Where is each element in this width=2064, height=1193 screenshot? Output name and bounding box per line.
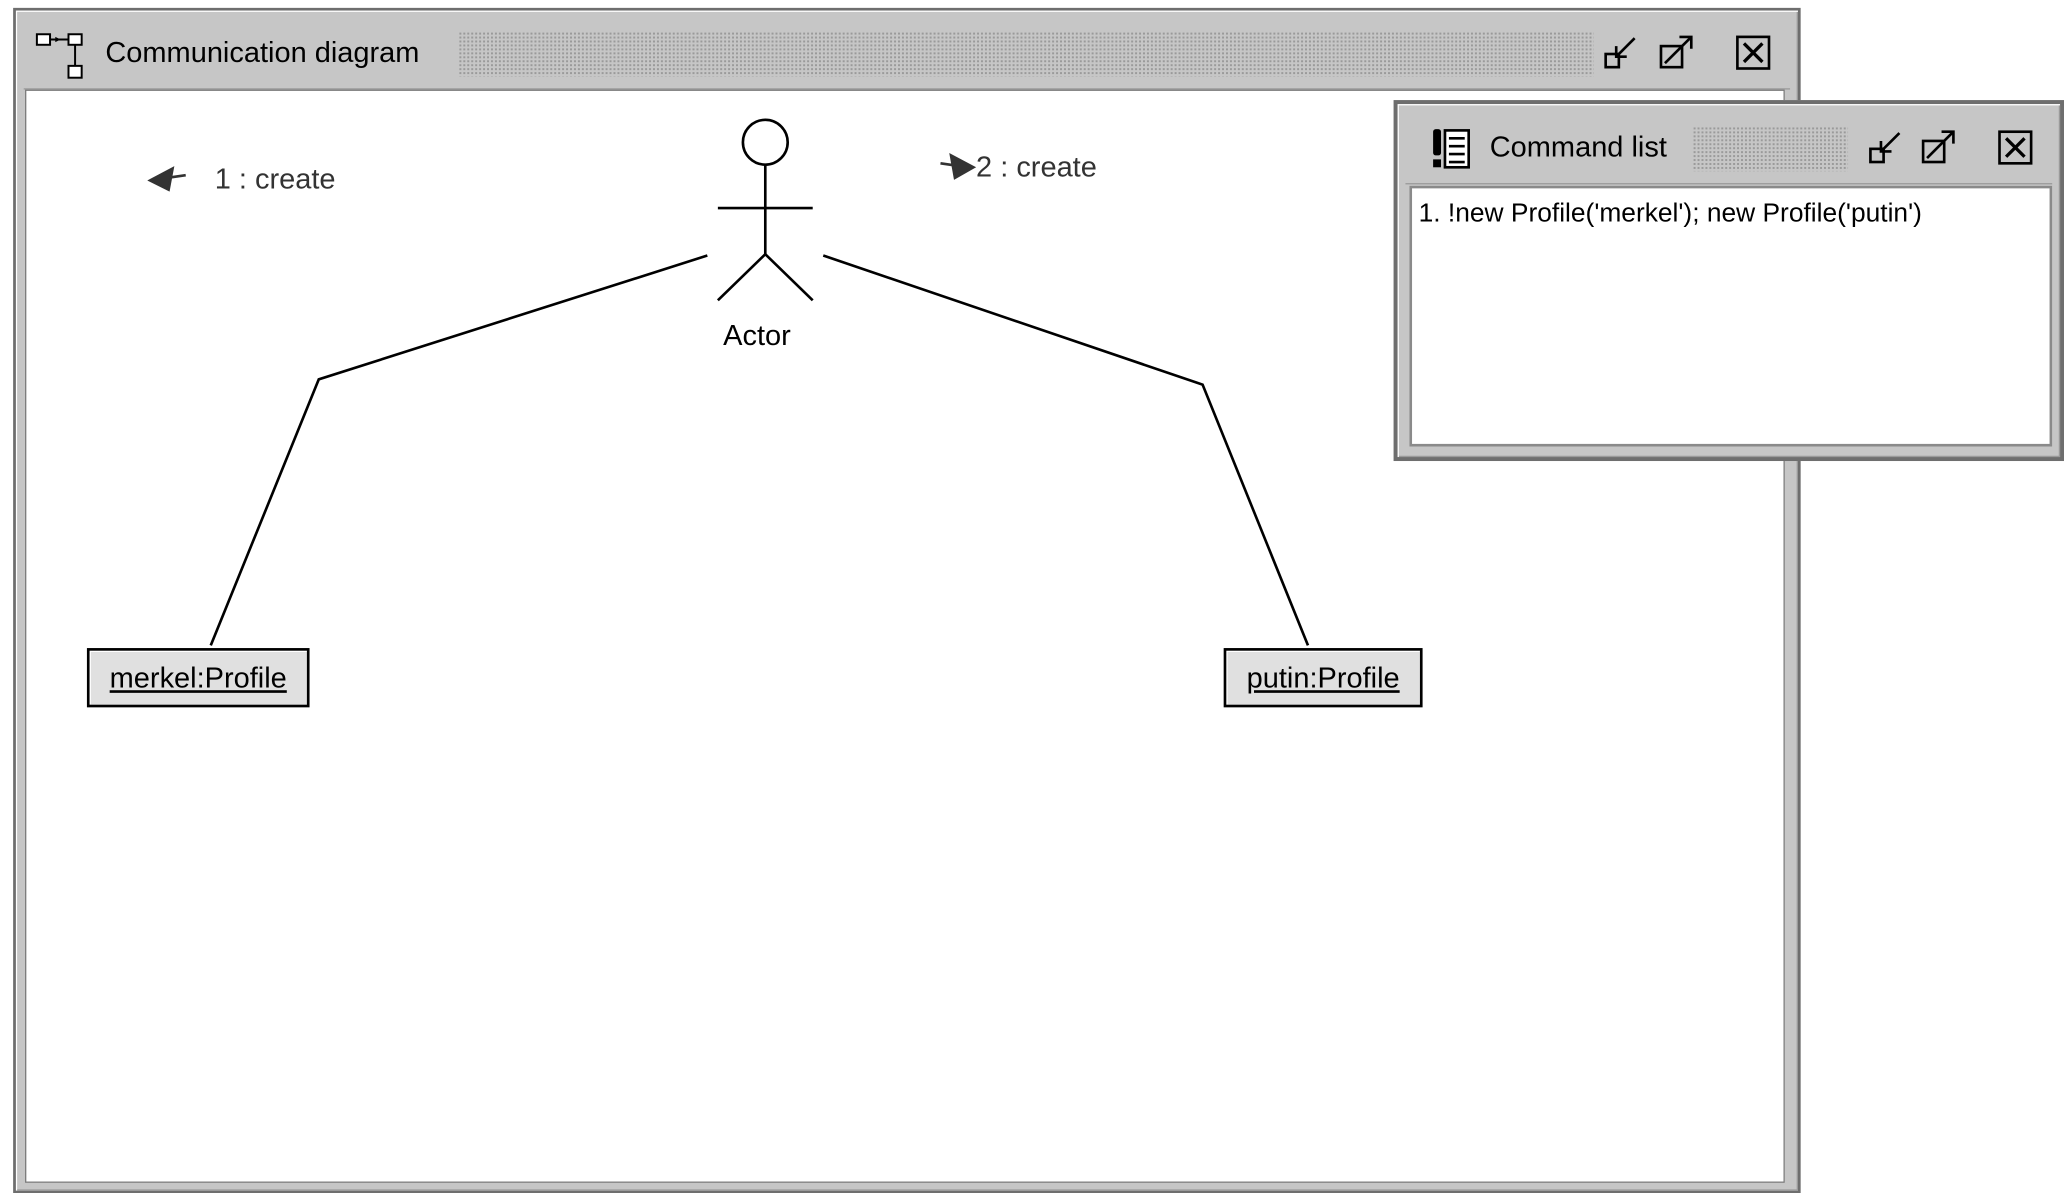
command-window-title-grip: [1692, 126, 1849, 172]
actor-figure[interactable]: [716, 118, 814, 302]
object-putin-profile[interactable]: putin:Profile: [1223, 648, 1423, 708]
command-list-item[interactable]: 1. !new Profile('merkel'); new Profile('…: [1419, 199, 1922, 229]
command-list-icon: [1429, 126, 1474, 171]
command-list-window: Command list 1. !new Profile('merkel'); …: [1393, 100, 2064, 462]
message-arrow-1: [147, 166, 186, 192]
command-window-title: Command list: [1489, 129, 1667, 163]
link-actor-merkel[interactable]: [209, 254, 708, 646]
message-arrow-2: [940, 153, 977, 180]
message-label-1[interactable]: 1 : create: [215, 162, 336, 196]
link-actor-putin[interactable]: [822, 254, 1310, 646]
command-list-area[interactable]: 1. !new Profile('merkel'); new Profile('…: [1409, 185, 2053, 447]
maximize-icon[interactable]: [1919, 128, 1959, 168]
close-icon[interactable]: [1996, 128, 2036, 168]
command-window-titlebar[interactable]: Command list: [1405, 110, 2053, 185]
iconify-icon[interactable]: [1866, 128, 1906, 168]
actor-label[interactable]: Actor: [723, 319, 791, 353]
object-merkel-profile[interactable]: merkel:Profile: [86, 648, 310, 708]
desktop: Communication diagram 1: create 2: cre…: [0, 0, 2064, 1193]
message-label-2[interactable]: 2 : create: [976, 150, 1097, 184]
